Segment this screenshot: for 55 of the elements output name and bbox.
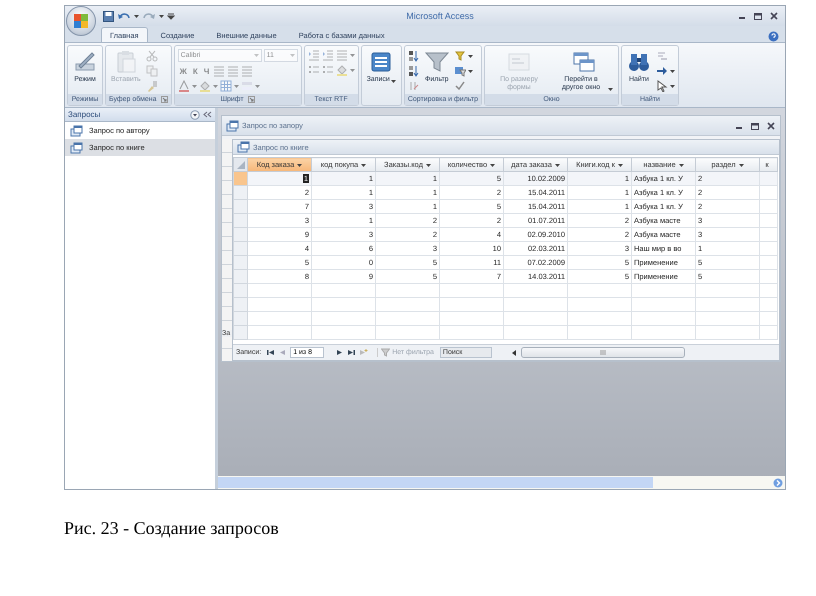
caret-icon (297, 162, 302, 168)
colored-squares-icon (73, 13, 89, 29)
first-record-icon[interactable] (266, 348, 276, 357)
advanced-filter-icon[interactable] (454, 65, 466, 77)
caret-icon[interactable] (468, 54, 473, 58)
caret-icon (618, 162, 623, 168)
windows-icon (572, 50, 596, 74)
query-icon (70, 124, 83, 136)
query-icon (226, 120, 239, 132)
caret-icon[interactable] (468, 68, 473, 74)
close-icon[interactable] (769, 11, 779, 21)
caret-icon (426, 162, 431, 168)
dropdown-circle-icon[interactable] (190, 110, 200, 120)
sort-descending-icon[interactable] (408, 65, 420, 77)
save-icon[interactable] (103, 10, 114, 22)
caret-icon (554, 162, 560, 168)
arrow-right-icon[interactable] (656, 65, 668, 77)
scroll-thumb[interactable] (218, 477, 654, 488)
caret-icon (290, 53, 295, 58)
cursor-icon[interactable] (656, 80, 668, 92)
corner-icon (236, 161, 244, 169)
caret-icon[interactable] (670, 84, 675, 88)
window-title: Microsoft Access (405, 11, 475, 21)
pane-title: Запросы (68, 110, 102, 119)
help-icon[interactable] (768, 31, 779, 42)
funnel-icon (381, 348, 390, 357)
caret-icon (254, 53, 259, 58)
figure-caption: Рис. 23 - Создание запросов (64, 518, 280, 539)
caret-icon[interactable] (159, 14, 164, 18)
grip-icon (600, 350, 606, 355)
maximize-icon[interactable] (750, 120, 760, 130)
close-icon[interactable] (766, 120, 776, 130)
scroll-left-icon[interactable] (510, 348, 517, 356)
caret-icon (490, 162, 496, 168)
list-icon (369, 50, 394, 74)
collapse-icon[interactable] (203, 110, 212, 119)
last-record-icon[interactable] (347, 348, 356, 357)
sort-ascending-icon[interactable] (408, 50, 420, 62)
undo-icon[interactable] (117, 10, 131, 22)
replace-icon[interactable] (656, 50, 668, 62)
caret-icon[interactable] (670, 68, 675, 74)
caret-icon (678, 162, 684, 168)
caret-icon[interactable] (134, 14, 139, 18)
scroll-thumb[interactable] (520, 347, 685, 358)
maximize-icon[interactable] (753, 11, 763, 21)
query-icon (70, 142, 83, 154)
horizontal-scrollbar[interactable] (218, 476, 785, 489)
checkmark-filter-icon[interactable] (454, 80, 466, 92)
scroll-right-icon[interactable] (773, 478, 783, 488)
select-all-button[interactable] (234, 158, 248, 172)
next-record-icon[interactable] (335, 348, 344, 357)
caret-icon (361, 162, 366, 168)
funnel-icon (424, 50, 449, 74)
caret-icon (738, 162, 744, 168)
toolbar-menu-icon[interactable] (167, 12, 175, 20)
